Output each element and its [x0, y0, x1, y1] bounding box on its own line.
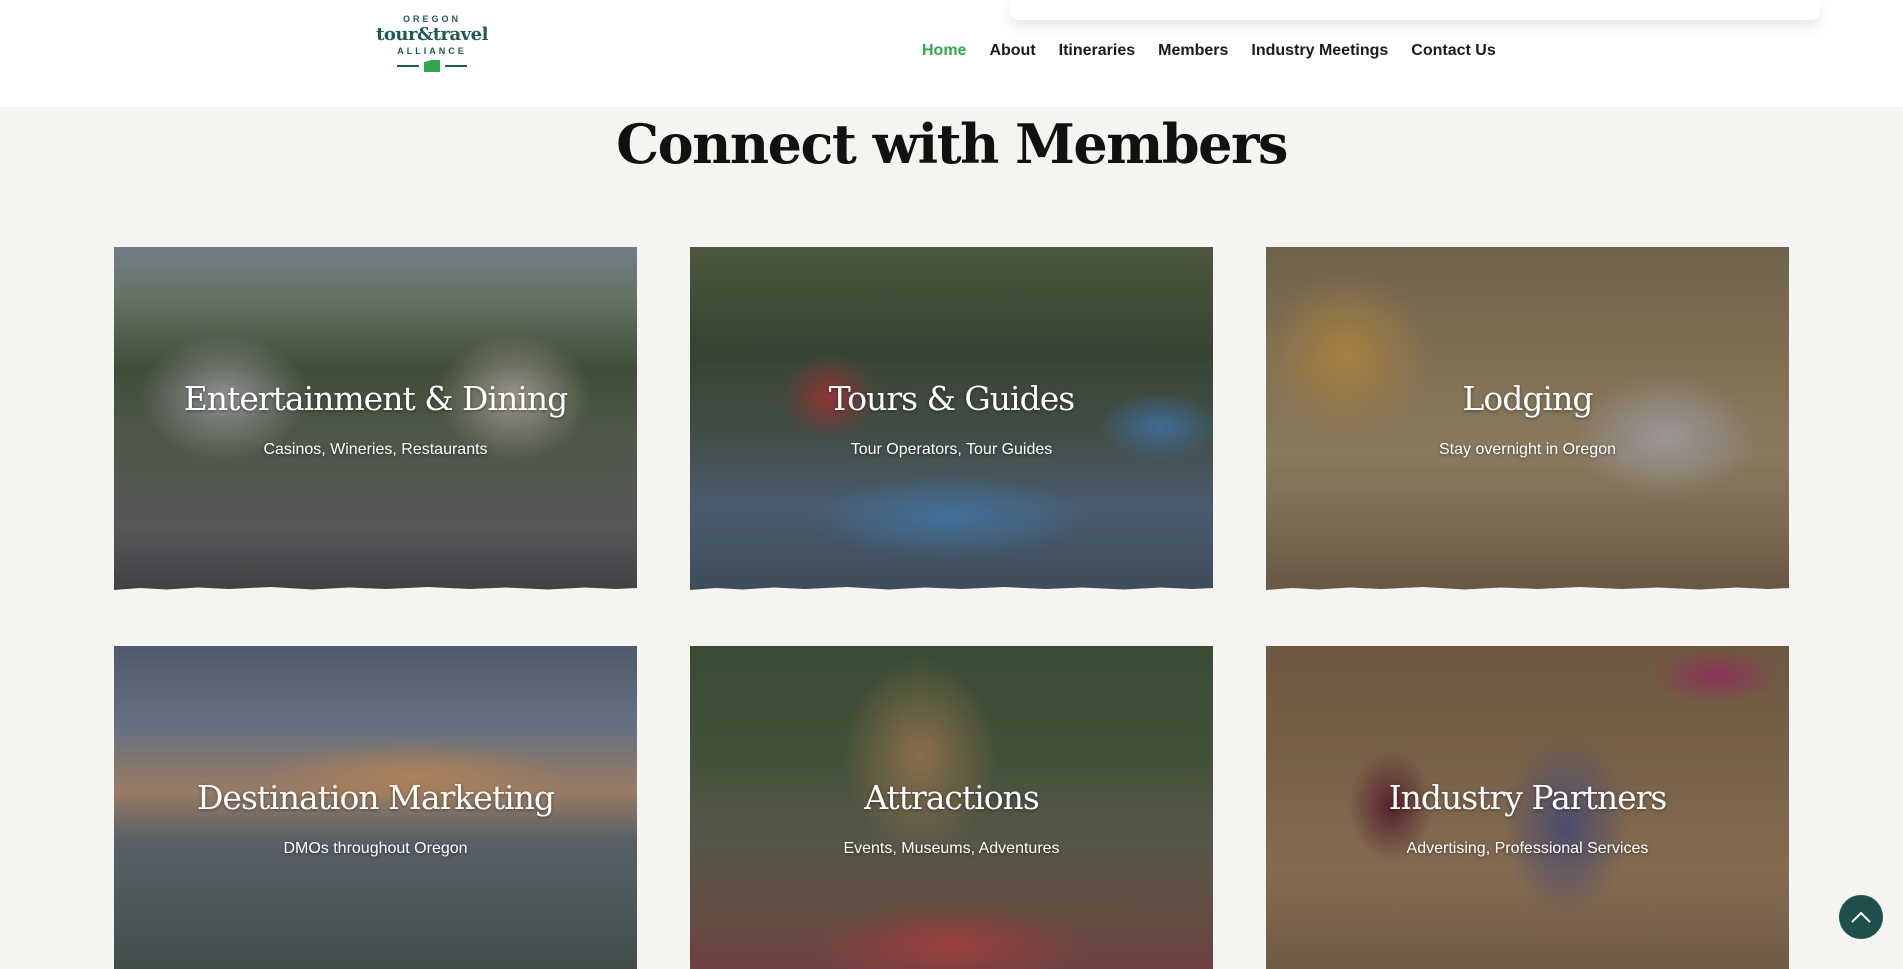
card-subtitle: Stay overnight in Oregon [1439, 441, 1616, 458]
card-subtitle: DMOs throughout Oregon [283, 840, 468, 857]
chevron-up-icon [1851, 911, 1871, 923]
section-title: Connect with Members [616, 112, 1288, 176]
card-subtitle: Tour Operators, Tour Guides [850, 441, 1053, 458]
card-lodging[interactable]: Lodging Stay overnight in Oregon [1266, 247, 1789, 594]
card-title: Attractions [864, 778, 1040, 817]
nav-about[interactable]: About [989, 42, 1035, 60]
logo-line-oregon: OREGON [402, 14, 461, 24]
card-title: Destination Marketing [196, 778, 555, 817]
logo-line-tour-travel: tour&travel [376, 24, 488, 45]
card-title: Entertainment & Dining [183, 379, 569, 418]
card-attractions[interactable]: Attractions Events, Museums, Adventures [690, 646, 1213, 969]
card-title: Lodging [1462, 379, 1594, 418]
oregon-state-icon [368, 60, 496, 72]
card-tours-guides[interactable]: Tours & Guides Tour Operators, Tour Guid… [690, 247, 1213, 594]
nav-members[interactable]: Members [1158, 42, 1228, 60]
card-subtitle: Events, Museums, Adventures [843, 840, 1060, 857]
card-industry-partners[interactable]: Industry Partners Advertising, Professio… [1266, 646, 1789, 969]
main-nav: Home About Itineraries Members Industry … [922, 42, 1496, 60]
card-entertainment-dining[interactable]: Entertainment & Dining Casinos, Wineries… [114, 247, 637, 594]
nav-contact-us[interactable]: Contact Us [1411, 42, 1495, 60]
logo-line-alliance: ALLIANCE [397, 46, 467, 56]
card-subtitle: Advertising, Professional Services [1406, 840, 1649, 857]
header-popover-edge [1010, 0, 1820, 20]
nav-industry-meetings[interactable]: Industry Meetings [1251, 42, 1388, 60]
site-header: OREGON tour&travel ALLIANCE Home About I… [0, 0, 1903, 107]
card-title: Tours & Guides [828, 379, 1075, 418]
nav-home[interactable]: Home [922, 42, 966, 60]
card-subtitle: Casinos, Wineries, Restaurants [263, 441, 488, 458]
card-destination-marketing[interactable]: Destination Marketing DMOs throughout Or… [114, 646, 637, 969]
back-to-top-button[interactable] [1839, 895, 1883, 939]
nav-itineraries[interactable]: Itineraries [1059, 42, 1135, 60]
card-title: Industry Partners [1388, 778, 1668, 817]
site-logo[interactable]: OREGON tour&travel ALLIANCE [368, 14, 496, 86]
